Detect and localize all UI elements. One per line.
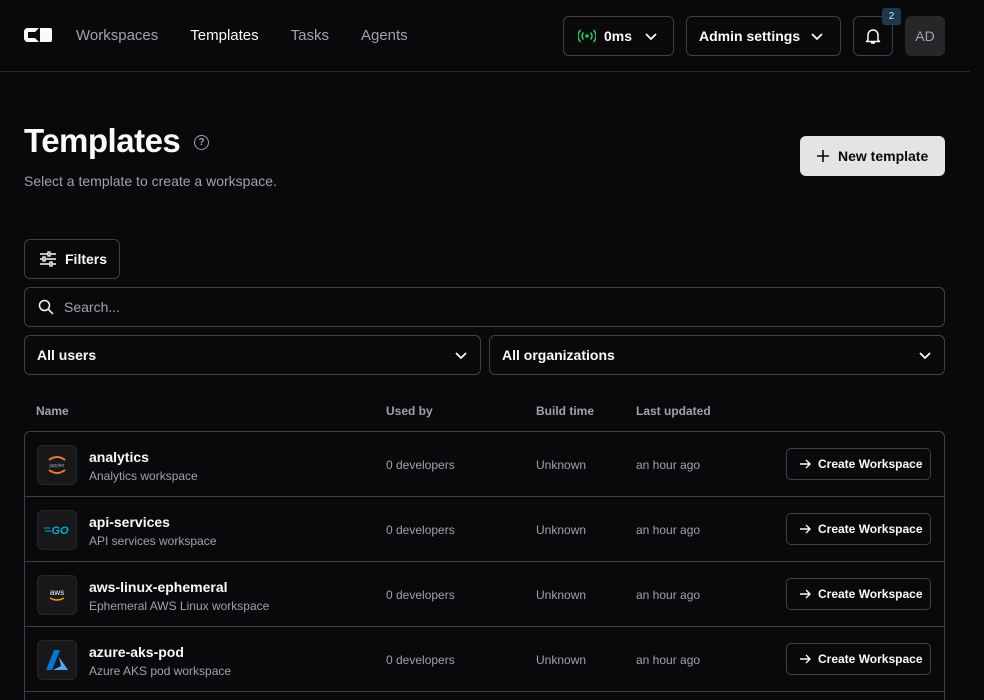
chevron-down-icon [455, 352, 467, 360]
template-name: azure-aks-pod [89, 644, 184, 660]
table-row[interactable]: jupyter analytics Analytics workspace 0 … [25, 432, 944, 497]
page-subtitle: Select a template to create a workspace. [24, 173, 277, 189]
arrow-right-icon [800, 654, 811, 664]
arrow-right-icon [800, 524, 811, 534]
used-by: 0 developers [386, 653, 455, 667]
jupyter-icon: jupyter [37, 445, 77, 485]
templates-table: jupyter analytics Analytics workspace 0 … [24, 431, 945, 700]
main-nav: Workspaces Templates Tasks Agents [76, 27, 408, 44]
template-description: API services workspace [89, 534, 217, 548]
admin-settings-dropdown[interactable]: Admin settings [686, 16, 841, 56]
users-select[interactable]: All users [24, 335, 481, 375]
new-template-button[interactable]: New template [800, 136, 945, 176]
template-description: Ephemeral AWS Linux workspace [89, 599, 270, 613]
sliders-icon [40, 251, 56, 267]
column-last-updated[interactable]: Last updated [636, 404, 711, 418]
create-workspace-label: Create Workspace [818, 457, 923, 471]
top-navbar: Workspaces Templates Tasks Agents 0ms Ad… [0, 0, 970, 72]
build-time: Unknown [536, 588, 587, 602]
search-input[interactable] [64, 299, 864, 315]
template-description: Azure AKS pod workspace [89, 664, 232, 678]
search-icon [38, 299, 54, 315]
arrow-right-icon [800, 589, 811, 599]
used-by: 0 developers [386, 588, 455, 602]
column-build-time[interactable]: Build time [536, 404, 594, 418]
nav-workspaces[interactable]: Workspaces [76, 27, 158, 44]
table-row[interactable]: aws aws-linux-ephemeral Ephemeral AWS Li… [25, 562, 944, 627]
nav-templates[interactable]: Templates [190, 27, 258, 44]
create-workspace-button[interactable]: Create Workspace [786, 643, 931, 675]
latency-value: 0ms [604, 28, 633, 44]
last-updated: an hour ago [636, 458, 701, 472]
used-by: 0 developers [386, 458, 455, 472]
signal-icon [578, 29, 596, 43]
template-name: analytics [89, 449, 149, 465]
arrow-right-icon [800, 459, 811, 469]
orgs-select-value: All organizations [502, 347, 615, 363]
build-time: Unknown [536, 458, 587, 472]
admin-settings-label: Admin settings [699, 28, 801, 44]
template-name: api-services [89, 514, 170, 530]
users-select-value: All users [37, 347, 97, 363]
chevron-down-icon [811, 33, 823, 41]
filters-label: Filters [65, 251, 108, 267]
chevron-down-icon [645, 33, 657, 41]
create-workspace-label: Create Workspace [818, 587, 923, 601]
column-used-by[interactable]: Used by [386, 404, 433, 418]
create-workspace-button[interactable]: Create Workspace [786, 513, 931, 545]
filters-button[interactable]: Filters [24, 239, 120, 279]
last-updated: an hour ago [636, 588, 701, 602]
chevron-down-icon [919, 352, 931, 360]
create-workspace-button[interactable]: Create Workspace [786, 578, 931, 610]
template-description: Analytics workspace [89, 469, 198, 483]
bell-icon [865, 29, 881, 44]
help-icon[interactable]: ? [194, 135, 209, 150]
organizations-select[interactable]: All organizations [489, 335, 945, 375]
svg-text:GO: GO [51, 525, 69, 537]
used-by: 0 developers [386, 523, 455, 537]
user-avatar[interactable]: AD [905, 16, 945, 56]
build-time: Unknown [536, 653, 587, 667]
nav-tasks[interactable]: Tasks [291, 27, 329, 44]
create-workspace-label: Create Workspace [818, 652, 923, 666]
page-title: Templates [24, 122, 181, 159]
nav-agents[interactable]: Agents [361, 27, 408, 44]
create-workspace-button[interactable]: Create Workspace [786, 448, 931, 480]
create-workspace-label: Create Workspace [818, 522, 923, 536]
table-row[interactable]: GO api-services API services workspace 0… [25, 497, 944, 562]
template-name: aws-linux-ephemeral [89, 579, 228, 595]
aws-icon: aws [37, 575, 77, 615]
svg-text:jupyter: jupyter [48, 463, 64, 469]
notification-badge: 2 [882, 8, 901, 25]
azure-icon [37, 640, 77, 680]
coder-logo[interactable] [24, 28, 52, 42]
last-updated: an hour ago [636, 523, 701, 537]
svg-text:aws: aws [50, 588, 64, 597]
search-bar [24, 287, 945, 327]
last-updated: an hour ago [636, 653, 701, 667]
latency-dropdown[interactable]: 0ms [563, 16, 674, 56]
build-time: Unknown [536, 523, 587, 537]
table-row[interactable]: azure-aks-pod Azure AKS pod workspace 0 … [25, 627, 944, 692]
plus-icon [817, 150, 829, 162]
new-template-label: New template [838, 148, 929, 164]
column-name[interactable]: Name [36, 404, 69, 418]
go-icon: GO [37, 510, 77, 550]
